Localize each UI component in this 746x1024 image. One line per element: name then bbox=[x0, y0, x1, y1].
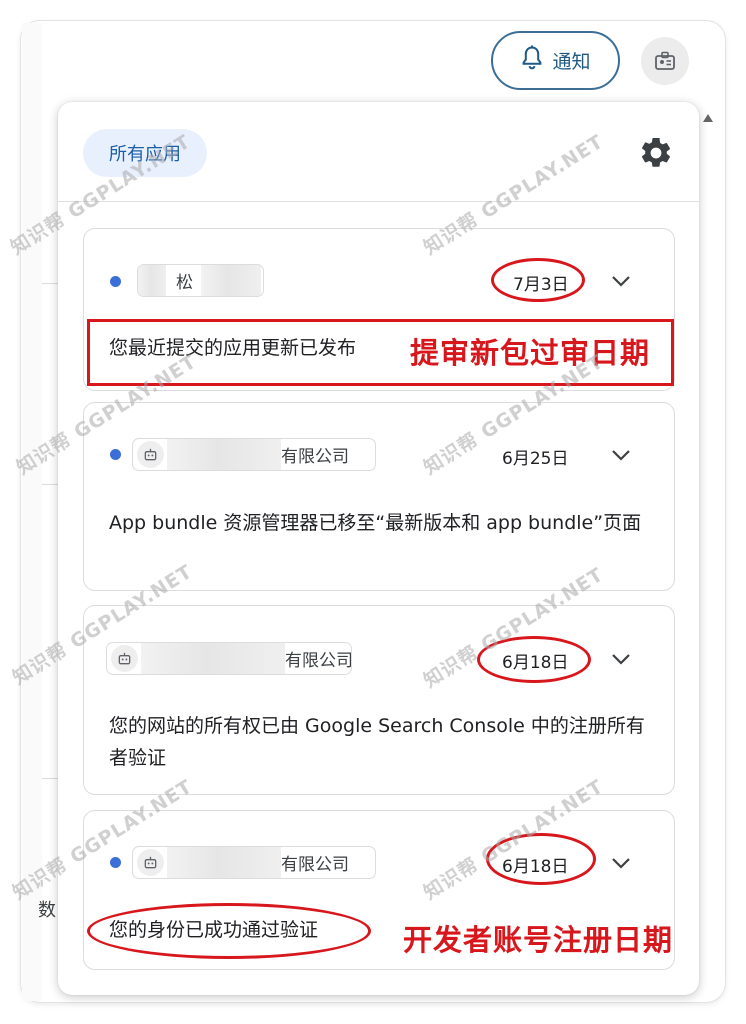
chevron-down-icon[interactable] bbox=[610, 274, 632, 288]
chevron-down-icon[interactable] bbox=[610, 652, 632, 666]
chevron-down-icon[interactable] bbox=[610, 856, 632, 870]
app-name: 松 bbox=[176, 273, 193, 293]
redacted-name bbox=[167, 847, 281, 878]
annotation-circle bbox=[486, 833, 596, 885]
app-name: 有限公司 bbox=[285, 651, 352, 671]
developer-account-button[interactable] bbox=[641, 37, 689, 85]
notification-card[interactable]: 有限公司 6月18日 您的网站的所有权已由 Google Search Cons… bbox=[83, 605, 675, 795]
chevron-down-icon[interactable] bbox=[610, 448, 632, 462]
notification-card[interactable]: 有限公司 6月25日 App bundle 资源管理器已移至“最新版本和 app… bbox=[83, 402, 675, 591]
annotation-circle bbox=[87, 903, 371, 959]
notification-message: App bundle 资源管理器已移至“最新版本和 app bundle”页面 bbox=[109, 512, 642, 534]
bell-icon bbox=[520, 45, 544, 76]
annotation-review-date: 提审新包过审日期 bbox=[410, 336, 651, 370]
unread-dot bbox=[110, 449, 121, 460]
badge-icon bbox=[655, 51, 675, 70]
app-robot-icon bbox=[137, 441, 164, 468]
app-name-chip: 有限公司 bbox=[106, 642, 352, 675]
app-name-chip: 松 bbox=[137, 264, 264, 297]
notifications-button[interactable]: 通知 bbox=[491, 31, 620, 90]
background-divider bbox=[42, 283, 58, 284]
app-name: 有限公司 bbox=[281, 447, 349, 467]
all-apps-filter-chip[interactable]: 所有应用 bbox=[83, 129, 207, 177]
background-sidebar bbox=[22, 23, 42, 1001]
annotation-register-date: 开发者账号注册日期 bbox=[403, 923, 674, 957]
redacted-name bbox=[141, 643, 285, 674]
app-robot-icon bbox=[137, 849, 164, 876]
notification-message: 您的网站的所有权已由 Google Search Console 中的注册所有者… bbox=[109, 715, 645, 769]
redacted-name bbox=[167, 439, 281, 470]
panel-divider bbox=[58, 201, 699, 202]
notification-date: 6月25日 bbox=[502, 449, 569, 469]
notifications-label: 通知 bbox=[552, 51, 591, 73]
app-robot-icon bbox=[111, 645, 138, 672]
background-partial-text: 数 bbox=[38, 900, 56, 921]
background-divider bbox=[42, 778, 58, 779]
annotation-circle bbox=[491, 258, 585, 302]
app-name-chip: 有限公司 bbox=[132, 846, 376, 879]
notifications-panel: 所有应用 松 7月3日 您最近提交的应用更新已发布 有限公司 6月25日 App… bbox=[58, 102, 699, 995]
unread-dot bbox=[110, 857, 121, 868]
app-name: 有限公司 bbox=[281, 855, 349, 875]
unread-dot bbox=[110, 276, 121, 287]
scroll-up-arrow[interactable] bbox=[703, 114, 713, 122]
settings-gear-icon[interactable] bbox=[638, 135, 674, 171]
redacted-name bbox=[138, 265, 166, 296]
app-name-chip: 有限公司 bbox=[132, 438, 376, 471]
redacted-name bbox=[201, 265, 261, 296]
annotation-circle bbox=[477, 636, 591, 683]
background-divider bbox=[42, 484, 58, 485]
